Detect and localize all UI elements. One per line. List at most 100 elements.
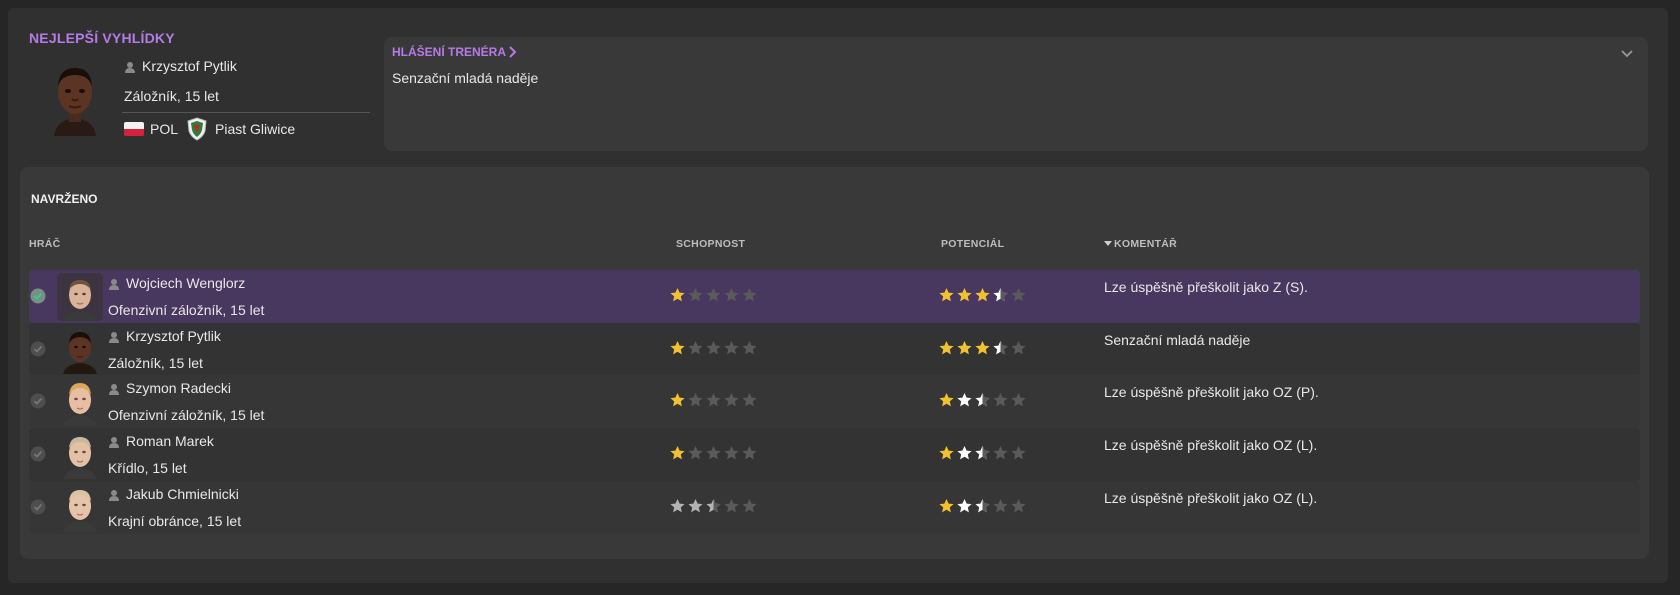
ability-stars	[669, 287, 759, 308]
divider	[122, 112, 370, 113]
player-name-text: Krzysztof Pytlik	[126, 328, 221, 344]
star-icon	[939, 288, 954, 302]
top-prospects-title: NEJLEPŠÍ VYHLÍDKY	[29, 30, 175, 46]
player-name[interactable]: Szymon Radecki	[108, 380, 231, 396]
ability-stars	[669, 340, 759, 361]
player-comment: Lze úspěšně přeškolit jako OZ (L).	[1104, 490, 1318, 506]
player-name[interactable]: Jakub Chmielnicki	[108, 486, 239, 502]
star-icon	[975, 446, 990, 460]
star-icon	[939, 499, 954, 513]
star-icon	[993, 288, 1008, 302]
star-icon	[993, 446, 1008, 460]
player-comment: Lze úspěšně přeškolit jako Z (S).	[1104, 279, 1308, 295]
coach-report-title[interactable]: HLÁŠENÍ TRENÉRA	[392, 45, 506, 59]
player-name-text: Roman Marek	[126, 433, 214, 449]
star-icon	[706, 446, 721, 460]
star-icon	[724, 393, 739, 407]
nationality-label[interactable]: POL	[150, 121, 178, 137]
player-face[interactable]	[57, 484, 103, 532]
chevron-right-icon[interactable]	[508, 45, 518, 59]
star-icon	[742, 499, 757, 513]
column-header-comment-label: KOMENTÁŘ	[1114, 238, 1178, 250]
star-icon	[1011, 393, 1026, 407]
person-icon	[109, 437, 119, 449]
player-row[interactable]: Wojciech Wenglorz Ofenzivní záložník, 15…	[29, 270, 1640, 323]
player-name-text: Jakub Chmielnicki	[126, 486, 239, 502]
potential-stars	[938, 392, 1028, 413]
person-icon	[125, 62, 135, 74]
star-icon	[706, 341, 721, 355]
star-icon	[1011, 446, 1026, 460]
player-comment: Lze úspěšně přeškolit jako OZ (L).	[1104, 437, 1318, 453]
chevron-down-icon[interactable]	[1620, 47, 1634, 61]
star-icon	[688, 446, 703, 460]
potential-stars	[938, 340, 1028, 361]
check-circle-icon[interactable]	[30, 393, 46, 409]
star-icon	[670, 288, 685, 302]
player-comment: Senzační mladá naděje	[1104, 332, 1251, 348]
star-icon	[688, 393, 703, 407]
player-position: Ofenzivní záložník, 15 let	[108, 407, 265, 423]
check-circle-icon[interactable]	[30, 499, 46, 515]
player-row[interactable]: Krzysztof Pytlik Záložník, 15 let Senzač…	[29, 323, 1640, 376]
star-icon	[724, 446, 739, 460]
star-icon	[742, 393, 757, 407]
coach-report-text: Senzační mladá naděje	[392, 70, 539, 86]
column-header-player[interactable]: HRÁČ	[29, 238, 61, 250]
star-icon	[706, 393, 721, 407]
potential-stars	[938, 498, 1028, 519]
player-row[interactable]: Roman Marek Křídlo, 15 let Lze úspěšně p…	[29, 428, 1640, 481]
star-icon	[670, 446, 685, 460]
player-name-text: Szymon Radecki	[126, 380, 232, 396]
coach-report-panel: HLÁŠENÍ TRENÉRA Senzační mladá naděje	[384, 37, 1648, 151]
player-row[interactable]: Szymon Radecki Ofenzivní záložník, 15 le…	[29, 375, 1640, 428]
star-icon	[975, 393, 990, 407]
player-name[interactable]: Krzysztof Pytlik	[108, 328, 221, 344]
star-icon	[724, 341, 739, 355]
suggested-title: NAVRŽENO	[31, 192, 98, 206]
player-position: Křídlo, 15 let	[108, 460, 187, 476]
star-icon	[724, 499, 739, 513]
star-icon	[957, 393, 972, 407]
player-face[interactable]	[57, 431, 103, 479]
star-icon	[975, 499, 990, 513]
check-circle-icon[interactable]	[30, 288, 46, 304]
star-icon	[993, 393, 1008, 407]
top-player-name[interactable]: Krzysztof Pytlik	[124, 58, 237, 74]
star-icon	[957, 341, 972, 355]
star-icon	[957, 499, 972, 513]
star-icon	[688, 499, 703, 513]
ability-stars	[669, 445, 759, 466]
player-face[interactable]	[57, 326, 103, 374]
club-label[interactable]: Piast Gliwice	[215, 121, 295, 137]
star-icon	[688, 341, 703, 355]
potential-stars	[938, 287, 1028, 308]
person-icon	[109, 490, 119, 502]
column-header-potential[interactable]: POTENCIÁL	[941, 238, 1004, 250]
star-icon	[957, 446, 972, 460]
column-header-comment[interactable]: KOMENTÁŘ	[1104, 238, 1177, 250]
star-icon	[975, 288, 990, 302]
column-header-ability[interactable]: SCHOPNOST	[676, 238, 745, 250]
player-position: Krajní obránce, 15 let	[108, 513, 242, 529]
player-face[interactable]	[57, 273, 103, 321]
player-row[interactable]: Jakub Chmielnicki Krajní obránce, 15 let…	[29, 481, 1640, 534]
player-name[interactable]: Wojciech Wenglorz	[108, 275, 245, 291]
star-icon	[742, 446, 757, 460]
player-comment: Lze úspěšně přeškolit jako OZ (P).	[1104, 384, 1319, 400]
check-circle-icon[interactable]	[30, 446, 46, 462]
check-circle-icon[interactable]	[30, 341, 46, 357]
player-face[interactable]	[44, 58, 106, 136]
player-name[interactable]: Roman Marek	[108, 433, 214, 449]
star-icon	[688, 288, 703, 302]
star-icon	[975, 341, 990, 355]
club-badge-icon	[187, 117, 207, 141]
star-icon	[742, 341, 757, 355]
star-icon	[939, 446, 954, 460]
person-icon	[109, 332, 119, 344]
player-face[interactable]	[57, 378, 103, 426]
ability-stars	[669, 392, 759, 413]
star-icon	[993, 499, 1008, 513]
star-icon	[957, 288, 972, 302]
player-name-text: Wojciech Wenglorz	[126, 275, 246, 291]
